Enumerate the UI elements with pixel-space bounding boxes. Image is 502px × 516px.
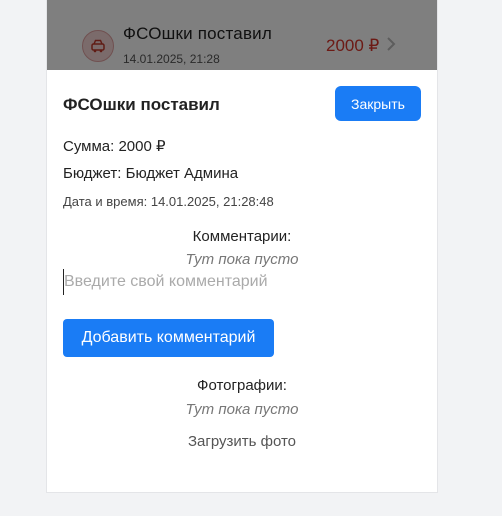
- comment-input[interactable]: [63, 269, 364, 295]
- modal-title: ФСОшки поставил: [63, 95, 220, 114]
- modal-backdrop[interactable]: [47, 0, 437, 70]
- upload-photo-button[interactable]: Загрузить фото: [47, 433, 437, 450]
- datetime-text: Дата и время: 14.01.2025, 21:28:48: [63, 194, 274, 209]
- photos-empty-text: Тут пока пусто: [185, 401, 299, 418]
- page: ФСОшки поставил 14.01.2025, 21:28 2000 ₽…: [0, 0, 502, 516]
- app-container: ФСОшки поставил 14.01.2025, 21:28 2000 ₽…: [47, 0, 437, 492]
- add-comment-button[interactable]: Добавить комментарий: [63, 319, 274, 357]
- close-button[interactable]: Закрыть: [335, 86, 421, 121]
- comments-empty-text: Тут пока пусто: [185, 251, 299, 268]
- sum-text: Сумма: 2000 ₽: [63, 138, 166, 155]
- transaction-details-modal: ФСОшки поставил Закрыть Сумма: 2000 ₽ Бю…: [47, 70, 437, 492]
- comments-heading: Комментарии:: [192, 228, 292, 245]
- budget-text: Бюджет: Бюджет Админа: [63, 165, 239, 182]
- photos-heading: Фотографии:: [197, 377, 287, 394]
